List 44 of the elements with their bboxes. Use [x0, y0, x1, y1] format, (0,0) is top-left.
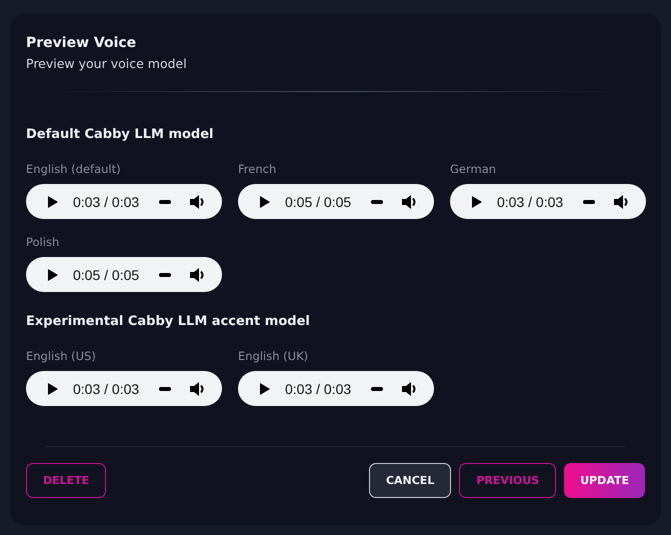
audio-time: 0:05 / 0:05 [285, 194, 352, 210]
seek-bar[interactable] [159, 200, 172, 204]
audio-label: English (default) [26, 162, 122, 176]
play-icon[interactable] [471, 194, 483, 208]
play-icon[interactable] [47, 268, 59, 282]
volume-icon[interactable] [401, 194, 418, 210]
play-icon[interactable] [259, 194, 271, 208]
audio-player[interactable]: 0:03 / 0:03 [26, 371, 222, 406]
audio-label: English (UK) [238, 349, 310, 363]
volume-icon[interactable] [189, 194, 206, 210]
dialog-button[interactable]: CANCEL [368, 463, 452, 498]
seek-bar[interactable] [371, 200, 384, 204]
audio-time: 0:05 / 0:05 [73, 266, 140, 282]
volume-icon[interactable] [613, 194, 630, 210]
dialog-button[interactable]: PREVIOUS [459, 463, 556, 498]
seek-bar[interactable] [159, 386, 172, 390]
volume-icon[interactable] [189, 266, 206, 282]
play-icon[interactable] [47, 382, 59, 396]
seek-bar[interactable] [159, 272, 172, 276]
audio-time: 0:03 / 0:03 [497, 194, 564, 210]
audio-player[interactable]: 0:03 / 0:03 [238, 371, 434, 406]
audio-player[interactable]: 0:03 / 0:03 [450, 184, 646, 219]
audio-player[interactable]: 0:03 / 0:03 [26, 184, 222, 219]
dialog-button[interactable]: UPDATE [564, 463, 645, 498]
section-heading: Default Cabby LLM model [26, 127, 214, 142]
volume-icon[interactable] [401, 380, 418, 396]
audio-player[interactable]: 0:05 / 0:05 [26, 257, 222, 292]
dialog-subtitle: Preview your voice model [26, 56, 188, 71]
volume-icon[interactable] [189, 380, 206, 396]
audio-label: Polish [26, 235, 60, 249]
audio-time: 0:03 / 0:03 [285, 380, 352, 396]
section-heading: Experimental Cabby LLM accent model [26, 314, 311, 329]
delete-button[interactable]: DELETE [26, 463, 106, 498]
play-icon[interactable] [47, 194, 59, 208]
audio-time: 0:03 / 0:03 [73, 194, 140, 210]
audio-label: French [238, 162, 278, 176]
audio-time: 0:03 / 0:03 [73, 380, 140, 396]
seek-bar[interactable] [583, 200, 596, 204]
seek-bar[interactable] [371, 386, 384, 390]
dialog-title: Preview Voice [26, 35, 138, 51]
audio-player[interactable]: 0:05 / 0:05 [238, 184, 434, 219]
play-icon[interactable] [259, 382, 271, 396]
audio-label: German [450, 162, 498, 176]
audio-label: English (US) [26, 349, 97, 363]
